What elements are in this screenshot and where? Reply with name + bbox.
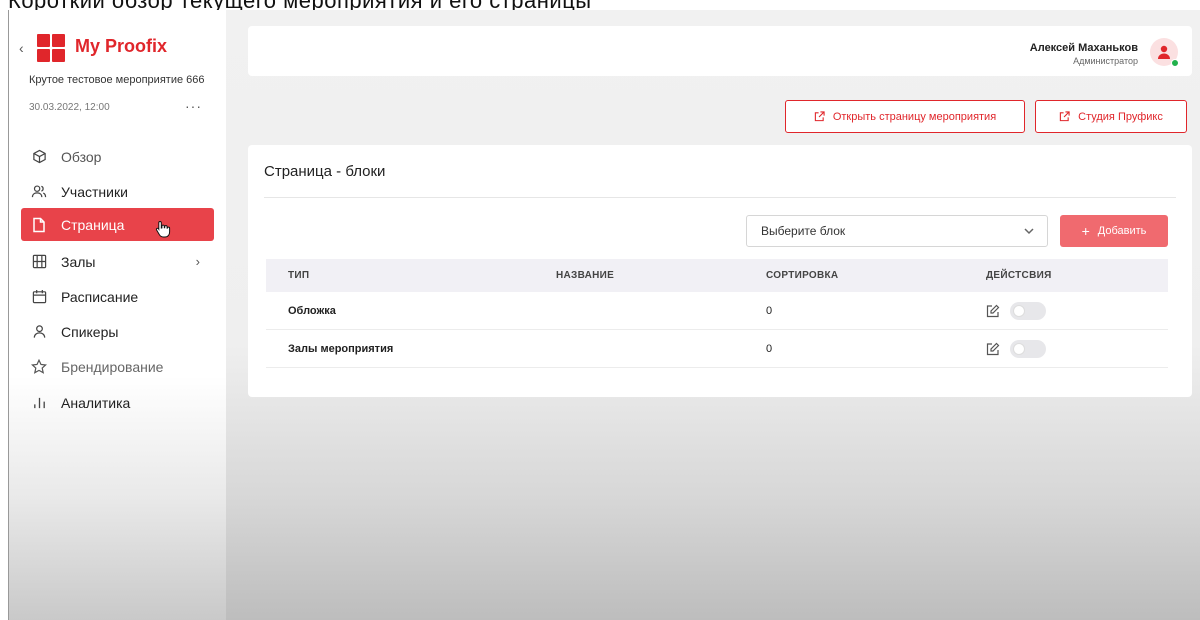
- toggle-knob: [1013, 342, 1025, 355]
- sidebar-item-schedule[interactable]: Расписание: [21, 280, 214, 313]
- card-title: Страница - блоки: [264, 163, 386, 180]
- event-date: 30.03.2022, 12:00: [29, 102, 110, 113]
- sidebar-item-label: Участники: [61, 183, 128, 200]
- user-avatar-icon: [1158, 45, 1170, 59]
- cell-type: Обложка: [288, 304, 336, 317]
- studio-label: Студия Пруфикс: [1078, 110, 1163, 123]
- sidebar-item-halls[interactable]: Залы ›: [21, 245, 214, 278]
- external-link-icon: [1059, 111, 1070, 122]
- block-enabled-toggle[interactable]: [1010, 301, 1046, 320]
- sidebar-item-label: Залы: [61, 253, 96, 270]
- cell-sort: 0: [766, 304, 773, 317]
- user-name: Алексей Маханьков: [1029, 42, 1138, 54]
- column-header-name: НАЗВАНИЕ: [556, 270, 615, 281]
- sidebar-item-analytics[interactable]: Аналитика: [21, 386, 214, 419]
- plus-icon: +: [1081, 223, 1090, 239]
- column-header-sort: СОРТИРОВКА: [766, 270, 839, 281]
- chevron-down-icon: [1024, 228, 1034, 235]
- user-icon: [31, 324, 47, 340]
- table-row: Обложка 0: [266, 292, 1168, 330]
- table-row: Залы мероприятия 0: [266, 330, 1168, 368]
- block-select[interactable]: Выберите блок: [746, 215, 1048, 247]
- sidebar-item-label: Обзор: [61, 148, 102, 165]
- blocks-table: ТИП НАЗВАНИЕ СОРТИРОВКА ДЕЙСТСВИЯ Обложк…: [266, 259, 1168, 368]
- user-role: Администратор: [1073, 56, 1138, 66]
- edit-icon[interactable]: [986, 342, 1000, 356]
- cell-actions: [968, 301, 1168, 320]
- block-enabled-toggle[interactable]: [1010, 339, 1046, 358]
- column-header-type: ТИП: [288, 270, 310, 281]
- online-status-dot: [1171, 59, 1179, 67]
- open-event-page-button[interactable]: Открыть страницу мероприятия: [785, 100, 1025, 133]
- add-block-label: Добавить: [1097, 225, 1147, 237]
- calendar-icon: [31, 289, 47, 305]
- cell-sort: 0: [766, 342, 773, 355]
- sidebar-item-label: Аналитика: [61, 394, 131, 411]
- avatar[interactable]: [1150, 38, 1179, 67]
- page-icon: [31, 217, 47, 233]
- toggle-knob: [1013, 304, 1025, 317]
- table-header: ТИП НАЗВАНИЕ СОРТИРОВКА ДЕЙСТСВИЯ: [266, 259, 1168, 292]
- divider: [264, 197, 1176, 198]
- sidebar-item-participants[interactable]: Участники: [21, 175, 214, 208]
- top-caption-text: Короткий обзор текущего мероприятия и ег…: [8, 0, 592, 10]
- proofix-logo-icon: [37, 34, 65, 62]
- sidebar-item-label: Страница: [61, 216, 125, 233]
- sidebar-item-label: Брендирование: [61, 358, 164, 375]
- cube-icon: [31, 149, 47, 165]
- chevron-right-icon: ›: [195, 254, 200, 269]
- edit-icon[interactable]: [986, 304, 1000, 318]
- external-link-icon: [814, 111, 825, 122]
- star-icon: [31, 358, 47, 375]
- sidebar: ‹ My Proofix Крутое тестовое мероприятие…: [8, 10, 226, 620]
- hand-cursor-icon: [155, 220, 171, 238]
- grid-icon: [31, 254, 47, 270]
- cell-actions: [968, 339, 1168, 358]
- sidebar-item-label: Расписание: [61, 288, 139, 305]
- event-name: Крутое тестовое мероприятие 666: [29, 74, 205, 86]
- page-blocks-card: Страница - блоки Выберите блок + Добавит…: [248, 145, 1192, 397]
- top-caption-strip: Короткий обзор текущего мероприятия и ег…: [0, 0, 1200, 10]
- open-event-page-label: Открыть страницу мероприятия: [832, 110, 997, 123]
- main-area: Алексей Маханьков Администратор Открыть …: [226, 10, 1200, 620]
- sidebar-item-overview[interactable]: Обзор: [21, 140, 214, 173]
- more-options-icon[interactable]: ···: [185, 98, 202, 114]
- sidebar-item-page[interactable]: Страница: [21, 208, 214, 241]
- block-select-value: Выберите блок: [761, 224, 846, 238]
- collapse-chevron-icon[interactable]: ‹: [19, 40, 24, 56]
- bars-icon: [31, 395, 47, 411]
- users-icon: [31, 184, 47, 200]
- add-block-button[interactable]: + Добавить: [1060, 215, 1168, 247]
- sidebar-item-label: Спикеры: [61, 323, 119, 340]
- column-header-actions: ДЕЙСТСВИЯ: [986, 270, 1052, 281]
- cell-type: Залы мероприятия: [288, 342, 394, 355]
- sidebar-item-branding[interactable]: Брендирование: [21, 350, 214, 383]
- studio-button[interactable]: Студия Пруфикс: [1035, 100, 1187, 133]
- brand-name: My Proofix: [75, 36, 168, 56]
- sidebar-item-speakers[interactable]: Спикеры: [21, 315, 214, 348]
- top-header: Алексей Маханьков Администратор: [248, 26, 1192, 76]
